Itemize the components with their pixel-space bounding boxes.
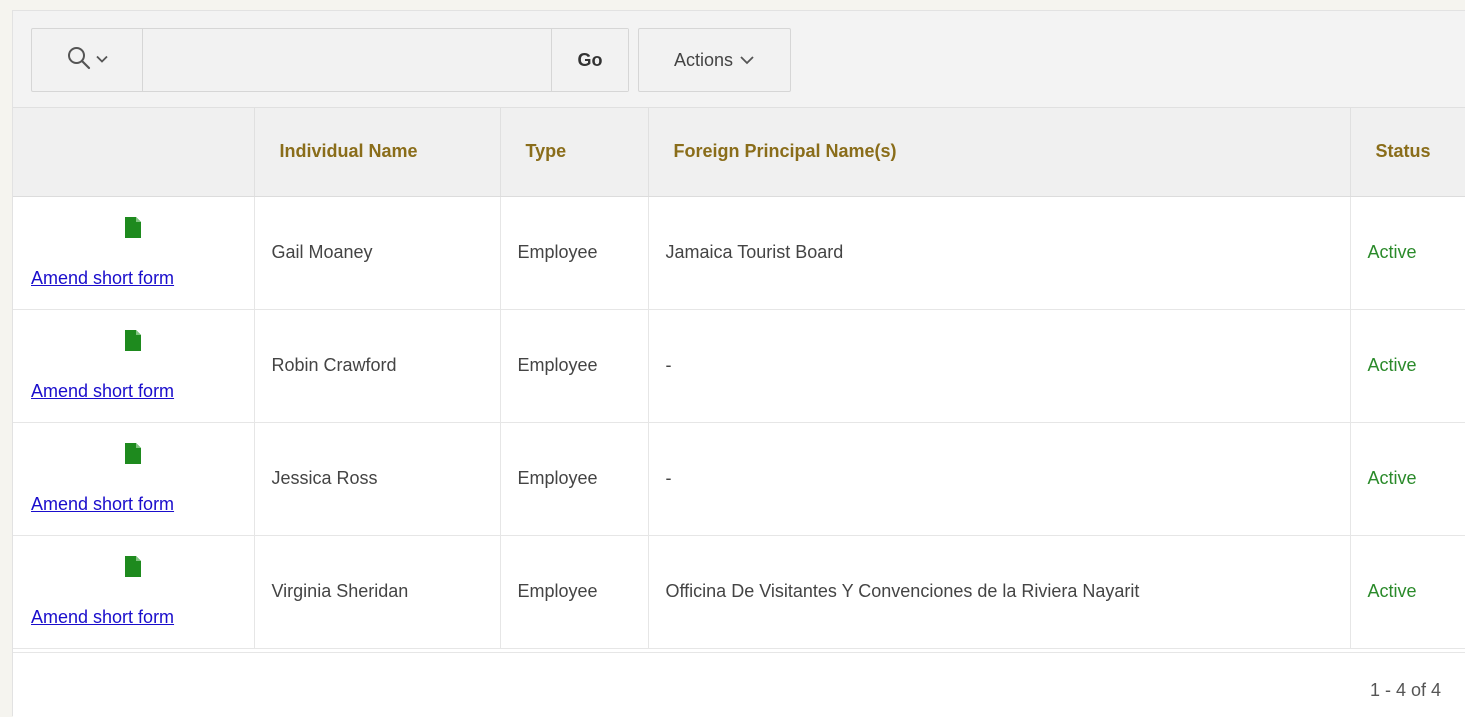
individual-name-cell: Virginia Sheridan [254,535,501,649]
table-row: Amend short form Jessica Ross Employee -… [13,422,1465,536]
status-cell: Active [1350,309,1465,423]
table-header-row: Individual Name Type Foreign Principal N… [13,108,1465,197]
report-footer: 1 - 4 of 4 [13,652,1465,717]
action-cell: Amend short form [13,196,255,310]
amend-short-form-link[interactable]: Amend short form [13,268,254,289]
search-input[interactable] [143,29,551,91]
pagination-label: 1 - 4 of 4 [1369,680,1441,700]
document-icon[interactable] [125,442,142,464]
document-icon[interactable] [125,216,142,238]
search-icon [66,45,92,76]
type-cell: Employee [500,309,649,423]
chevron-down-icon [739,50,755,71]
type-cell: Employee [500,535,649,649]
foreign-principal-cell: - [648,422,1351,536]
foreign-principal-cell: - [648,309,1351,423]
document-icon[interactable] [125,555,142,577]
column-header-status[interactable]: Status [1350,108,1465,197]
type-cell: Employee [500,196,649,310]
report-toolbar: Go Actions [13,11,1465,108]
chevron-down-icon [96,51,108,69]
action-cell: Amend short form [13,535,255,649]
column-header-individual-name[interactable]: Individual Name [254,108,501,197]
column-header-foreign-principal[interactable]: Foreign Principal Name(s) [648,108,1351,197]
action-cell: Amend short form [13,422,255,536]
column-header-action [13,108,255,197]
table-row: Amend short form Robin Crawford Employee… [13,309,1465,423]
action-cell: Amend short form [13,309,255,423]
foreign-principal-cell: Jamaica Tourist Board [648,196,1351,310]
search-input-wrapper [143,29,552,91]
search-bar: Go [31,28,629,92]
document-icon[interactable] [125,329,142,351]
actions-menu-button[interactable]: Actions [638,28,791,92]
actions-label: Actions [673,49,734,70]
report-region: Go Actions Individual Name Type Foreign … [12,10,1465,717]
search-column-toggle[interactable] [32,29,143,91]
report-table: Individual Name Type Foreign Principal N… [13,108,1465,649]
table-row: Amend short form Gail Moaney Employee Ja… [13,196,1465,310]
foreign-principal-cell: Officina De Visitantes Y Convenciones de… [648,535,1351,649]
column-header-type[interactable]: Type [500,108,649,197]
type-cell: Employee [500,422,649,536]
go-button[interactable]: Go [552,29,628,91]
table-row: Amend short form Virginia Sheridan Emplo… [13,535,1465,649]
individual-name-cell: Gail Moaney [254,196,501,310]
status-cell: Active [1350,422,1465,536]
individual-name-cell: Robin Crawford [254,309,501,423]
amend-short-form-link[interactable]: Amend short form [13,494,254,515]
amend-short-form-link[interactable]: Amend short form [13,607,254,628]
status-cell: Active [1350,196,1465,310]
amend-short-form-link[interactable]: Amend short form [13,381,254,402]
status-cell: Active [1350,535,1465,649]
individual-name-cell: Jessica Ross [254,422,501,536]
